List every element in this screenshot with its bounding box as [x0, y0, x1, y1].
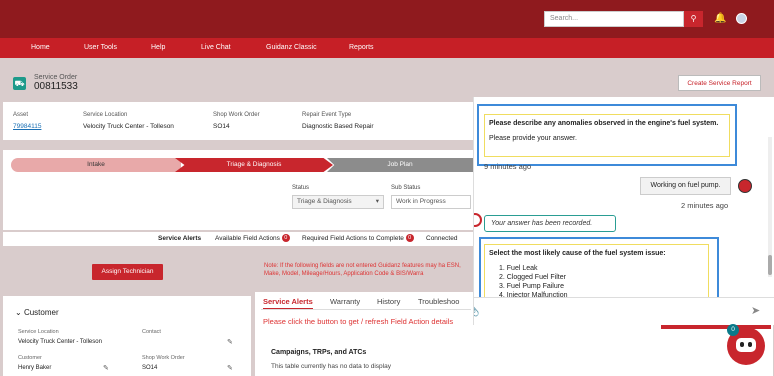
shop-work-order-label: Shop Work Order [213, 112, 260, 118]
shop-work-order-value: SO14 [213, 123, 230, 130]
chat-input-area[interactable]: 📎 ➤ [474, 297, 774, 325]
bot-avatar-icon [474, 213, 482, 227]
nav-guidanz-classic[interactable]: Guidanz Classic [266, 38, 317, 58]
send-icon[interactable]: ➤ [751, 304, 760, 317]
tab-history[interactable]: History [377, 297, 400, 306]
customer-value: Henry Baker [18, 365, 52, 371]
tab-troubleshooting[interactable]: Troubleshoo [418, 297, 459, 306]
step-job-plan[interactable]: Job Plan [327, 158, 473, 172]
order-info-panel: Asset 79984115 Service Location Velocity… [3, 102, 473, 140]
refresh-instruction: Please click the button to get / refresh… [263, 317, 454, 326]
sub-status-value: Work in Progress [396, 198, 446, 205]
chat-panel: Please describe any anomalies observed i… [473, 97, 774, 325]
user-message: Working on fuel pump. [640, 177, 731, 195]
nav-user-tools[interactable]: User Tools [84, 38, 117, 58]
chatbot-count-badge: 0 [727, 324, 739, 336]
highlight-frame-1 [477, 104, 737, 166]
user-avatar[interactable] [736, 13, 747, 24]
cust-service-location-value: Velocity Truck Center - Tolleson [18, 339, 102, 345]
required-count-badge: 0 [405, 234, 414, 243]
service-order-header: ⛟ Service Order 00811533 Create Service … [3, 66, 770, 96]
repair-event-type-value: Diagnostic Based Repair [302, 123, 374, 130]
chevron-down-icon: ⌄ [15, 308, 22, 317]
asset-link[interactable]: 79984115 [13, 123, 41, 130]
service-alerts-bar: Service Alerts Available Field Actions 0… [3, 232, 473, 246]
progress-path: Intake Triage & Diagnosis Job Plan Statu… [3, 150, 473, 230]
edit-pencil-icon[interactable]: ✎ [227, 338, 233, 346]
nav-live-chat[interactable]: Live Chat [201, 38, 231, 58]
truck-icon: ⛟ [13, 77, 26, 90]
user-message-timestamp: 2 minutes ago [681, 201, 729, 210]
user-avatar-icon [738, 179, 752, 193]
step-triage-diagnosis[interactable]: Triage & Diagnosis [175, 158, 333, 172]
service-location-label: Service Location [83, 112, 128, 118]
service-alerts-title: Service Alerts [158, 235, 202, 242]
status-select[interactable]: Triage & Diagnosis ▾ [292, 195, 384, 209]
customer-header[interactable]: ⌄ Customer [15, 308, 59, 317]
top-bar: Search... ⚲ 🔔 [0, 0, 774, 38]
cust-shop-work-order-label: Shop Work Order [142, 355, 185, 361]
search-button[interactable]: ⚲ [684, 11, 703, 27]
customer-title: Customer [23, 308, 59, 317]
robot-icon [736, 338, 756, 352]
question-1-timestamp: 9 minutes ago [484, 162, 532, 171]
nav-help[interactable]: Help [151, 38, 165, 58]
tab-warranty[interactable]: Warranty [330, 297, 360, 306]
edit-pencil-icon[interactable]: ✎ [227, 364, 233, 372]
chat-scrollbar-thumb[interactable] [768, 255, 772, 275]
campaigns-section-title: Campaigns, TRPs, and ATCs [271, 349, 367, 356]
answer-recorded-message: Your answer has been recorded. [484, 215, 616, 232]
customer-label: Customer [18, 355, 42, 361]
chat-scrollbar[interactable] [768, 137, 772, 277]
chevron-down-icon: ▾ [375, 198, 379, 205]
attachment-icon[interactable]: 📎 [474, 304, 480, 317]
sub-status-select[interactable]: Work in Progress [391, 195, 471, 209]
nav-reports[interactable]: Reports [349, 38, 374, 58]
repair-event-type-label: Repair Event Type [302, 112, 352, 118]
service-location-value: Velocity Truck Center - Tolleson [83, 123, 174, 130]
notification-bell-icon[interactable]: 🔔 [714, 13, 726, 24]
search-input[interactable]: Search... [544, 11, 684, 27]
available-field-actions[interactable]: Available Field Actions 0 [215, 232, 290, 246]
required-label: Required Field Actions to Complete [302, 235, 404, 242]
main-nav: Home User Tools Help Live Chat Guidanz C… [0, 38, 774, 58]
cust-service-location-label: Service Location [18, 329, 59, 335]
tab-divider [261, 309, 471, 310]
service-order-label: Service Order [34, 74, 78, 81]
asset-label: Asset [13, 112, 29, 118]
cust-shop-work-order-value: SO14 [142, 365, 158, 371]
status-value: Triage & Diagnosis [297, 198, 352, 205]
create-service-report-button[interactable]: Create Service Report [678, 75, 761, 91]
status-label: Status [292, 185, 310, 191]
empty-table-message: This table currently has no data to disp… [271, 363, 391, 370]
edit-pencil-icon[interactable]: ✎ [103, 364, 109, 372]
service-order-number: 00811533 [34, 81, 78, 92]
available-count-badge: 0 [281, 234, 290, 243]
sub-status-label: Sub Status [391, 185, 421, 191]
nav-home[interactable]: Home [31, 38, 50, 58]
step-intake[interactable]: Intake [11, 158, 181, 172]
required-field-actions[interactable]: Required Field Actions to Complete 0 [302, 232, 414, 246]
contact-label: Contact [142, 329, 161, 335]
fields-warning-note: Note: If the following fields are not en… [264, 263, 461, 277]
search-icon: ⚲ [690, 14, 697, 23]
available-label: Available Field Actions [215, 235, 280, 242]
connected-label: Connected [426, 235, 458, 242]
assign-technician-button[interactable]: Assign Technician [92, 264, 163, 280]
customer-card: ⌄ Customer Service Location Velocity Tru… [3, 296, 251, 376]
